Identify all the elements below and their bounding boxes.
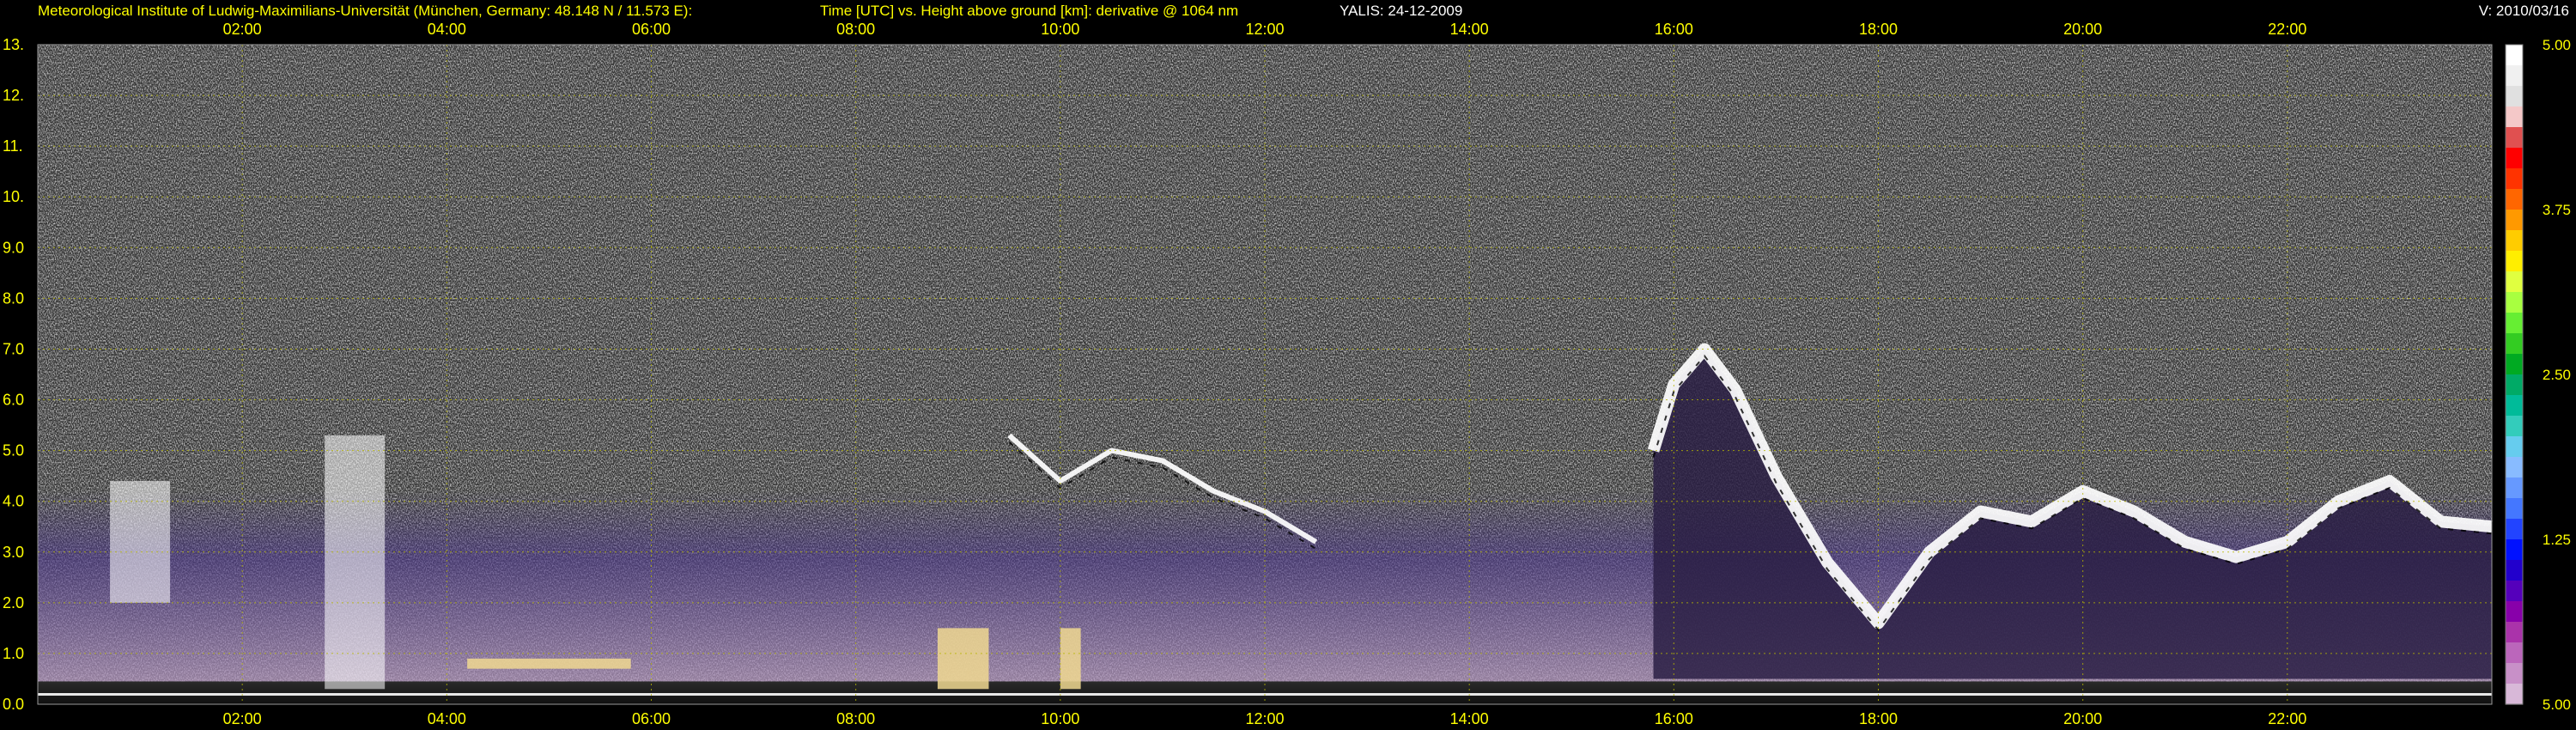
colorbar-segment xyxy=(2506,581,2523,602)
y-ticks: 0.0 1.0 2.0 3.0 4.0 5.0 6.0 7.0 8.0 9.0 10. 11. 12. 1… xyxy=(3,36,24,713)
x-tick-label-bottom: 22:00 xyxy=(2268,710,2306,727)
colorbar-segment xyxy=(2506,416,2523,437)
y-tick-label: 2.0 xyxy=(3,594,24,611)
y-tick-label: 0.0 xyxy=(3,696,24,713)
aerosol-patch xyxy=(1060,628,1081,690)
x-tick-label-bottom: 18:00 xyxy=(1859,710,1898,727)
header-instrument-date: YALIS: 24-12-2009 xyxy=(1340,3,1462,19)
colorbar-segment xyxy=(2506,601,2523,623)
colorbar-segment xyxy=(2506,127,2523,149)
y-tick-label: 10. xyxy=(3,188,24,205)
colorbar-segment xyxy=(2506,478,2523,499)
colorbar-segment xyxy=(2506,292,2523,313)
colorbar-segment xyxy=(2506,663,2523,684)
colorbar-segment xyxy=(2506,210,2523,231)
colorbar-segment xyxy=(2506,374,2523,396)
x-tick-label-bottom: 20:00 xyxy=(2063,710,2102,727)
y-tick-label: 1.0 xyxy=(3,645,24,662)
header-version: V: 2010/03/16 xyxy=(2479,3,2569,19)
colorbar-segment xyxy=(2506,539,2523,561)
colorbar-segment xyxy=(2506,395,2523,417)
header-institute: Meteorological Institute of Ludwig-Maxim… xyxy=(38,3,692,19)
x-ticks-bottom: 02:00 04:00 06:00 08:00 10:00 12:00 14:00 16:00… xyxy=(223,710,2307,727)
colorbar-segment xyxy=(2506,271,2523,293)
y-tick-label: 7.0 xyxy=(3,340,24,357)
colorbar-segment xyxy=(2506,230,2523,252)
y-tick-label: 8.0 xyxy=(3,289,24,307)
y-tick-label: 12. xyxy=(3,87,24,104)
y-tick-label: 9.0 xyxy=(3,239,24,256)
colorbar-segment xyxy=(2506,560,2523,581)
colorbar-segment xyxy=(2506,622,2523,643)
x-tick-label-top: 10:00 xyxy=(1041,21,1079,38)
colorbar-tick-label: 3.75 xyxy=(2543,202,2571,218)
colorbar-tick-label: 5.00 xyxy=(2543,37,2571,53)
colorbar-segment xyxy=(2506,498,2523,520)
x-tick-label-bottom: 12:00 xyxy=(1245,710,1284,727)
x-tick-label-top: 16:00 xyxy=(1655,21,1693,38)
colorbar xyxy=(2505,44,2524,705)
colorbar-segment xyxy=(2506,106,2523,128)
header-plot-description: Time [UTC] vs. Height above ground [km]:… xyxy=(820,3,1238,19)
x-tick-label-top: 06:00 xyxy=(632,21,671,38)
y-tick-label: 4.0 xyxy=(3,493,24,510)
colorbar-segment xyxy=(2506,65,2523,87)
aerosol-patch xyxy=(467,658,631,669)
colorbar-segment xyxy=(2506,168,2523,190)
colorbar-segment xyxy=(2506,457,2523,478)
y-tick-label: 5.0 xyxy=(3,442,24,459)
colorbar-tick-label: 5.00 xyxy=(2543,697,2571,713)
colorbar-segment xyxy=(2506,642,2523,664)
x-tick-label-bottom: 06:00 xyxy=(632,710,671,727)
x-tick-label-top: 18:00 xyxy=(1859,21,1898,38)
x-tick-label-top: 20:00 xyxy=(2063,21,2102,38)
x-tick-label-bottom: 08:00 xyxy=(836,710,875,727)
colorbar-segment xyxy=(2506,519,2523,540)
x-tick-label-top: 22:00 xyxy=(2268,21,2306,38)
x-tick-label-bottom: 04:00 xyxy=(428,710,466,727)
x-tick-label-top: 12:00 xyxy=(1245,21,1284,38)
x-tick-label-top: 02:00 xyxy=(223,21,262,38)
colorbar-segment xyxy=(2506,148,2523,169)
x-tick-label-bottom: 02:00 xyxy=(223,710,262,727)
colorbar-segment xyxy=(2506,684,2523,705)
x-tick-label-top: 04:00 xyxy=(428,21,466,38)
colorbar-ticks: 5.00 3.75 2.50 1.25 5.00 xyxy=(2543,37,2571,713)
colorbar-segment xyxy=(2506,86,2523,107)
colorbar-segment xyxy=(2506,354,2523,375)
colorbar-segment xyxy=(2506,251,2523,272)
quicklook-svg: 02:00 04:00 06:00 08:00 10:00 12:00 14:00 16:00… xyxy=(3,3,2571,727)
colorbar-tick-label: 2.50 xyxy=(2543,367,2571,383)
aerosol-patch xyxy=(937,628,989,690)
colorbar-segment xyxy=(2506,45,2523,66)
x-tick-label-bottom: 10:00 xyxy=(1041,710,1079,727)
colorbar-tick-label: 1.25 xyxy=(2543,532,2571,548)
x-tick-label-top: 14:00 xyxy=(1450,21,1489,38)
colorbar-segment xyxy=(2506,436,2523,458)
colorbar-segment xyxy=(2506,313,2523,334)
colorbar-segment xyxy=(2506,189,2523,210)
y-tick-label: 11. xyxy=(3,137,23,155)
cloud-column xyxy=(110,481,171,603)
lidar-quicklook: 02:00 04:00 06:00 08:00 10:00 12:00 14:00 16:00… xyxy=(0,0,2576,730)
cloud-column xyxy=(325,435,386,690)
colorbar-segment xyxy=(2506,333,2523,355)
y-tick-label: 13. xyxy=(3,36,24,53)
y-tick-label: 6.0 xyxy=(3,392,24,409)
x-tick-label-top: 08:00 xyxy=(836,21,875,38)
x-tick-label-bottom: 16:00 xyxy=(1655,710,1693,727)
x-ticks-top: 02:00 04:00 06:00 08:00 10:00 12:00 14:00 16:00… xyxy=(223,21,2307,38)
y-tick-label: 3.0 xyxy=(3,544,24,561)
x-tick-label-bottom: 14:00 xyxy=(1450,710,1489,727)
